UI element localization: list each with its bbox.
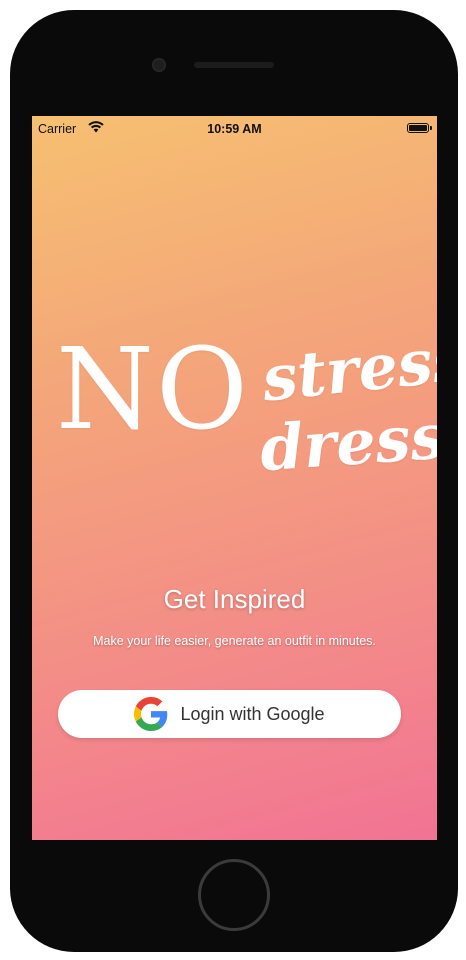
login-with-google-label: Login with Google: [180, 703, 325, 724]
app-screen: Carrier 10:59 AM NO stress dress Get Ins…: [32, 116, 437, 840]
google-icon: [134, 697, 168, 731]
earpiece-speaker: [194, 62, 274, 68]
front-camera: [152, 58, 166, 72]
logo-no-text: NO: [56, 325, 250, 455]
logo-dress-text: dress: [257, 399, 437, 486]
tagline: Make your life easier, generate an outfi…: [93, 634, 376, 648]
headline: Get Inspired: [163, 584, 306, 614]
logo-stress-text: stress: [258, 321, 437, 416]
phone-frame: Carrier 10:59 AM NO stress dress Get Ins…: [10, 10, 458, 952]
home-button[interactable]: [198, 859, 270, 931]
login-with-google-button[interactable]: Login with Google: [58, 690, 401, 738]
